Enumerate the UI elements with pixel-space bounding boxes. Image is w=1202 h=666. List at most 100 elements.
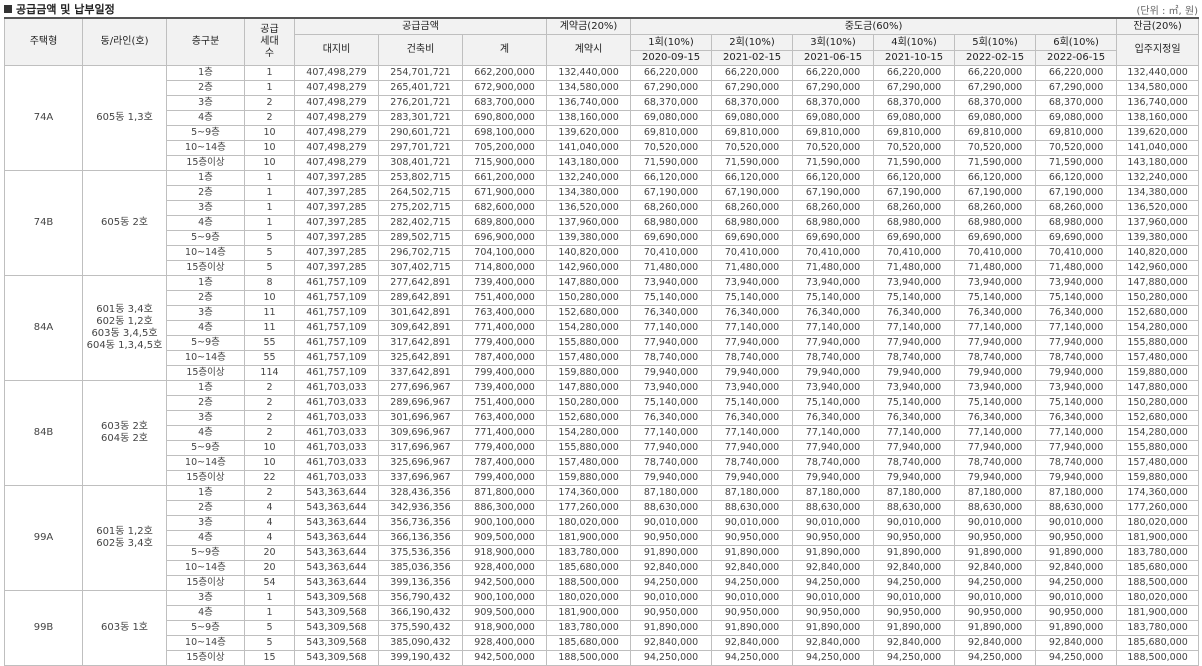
table-row: 4층 2 407,498,279 283,301,721 690,800,000 138,… — [5, 109, 1200, 126]
cell-floor: 1층 — [166, 169, 245, 186]
cell-building: 276,201,721 — [378, 94, 463, 111]
cell-installment-1: 67,190,000 — [630, 184, 713, 201]
cell-installment-1: 92,840,000 — [630, 634, 713, 651]
cell-dong: 603동 2호 604동 2호 — [82, 379, 167, 486]
table-row: 15층이상 114 461,757,109 337,642,891 799,400,00… — [5, 364, 1200, 381]
cell-land: 461,703,033 — [294, 379, 379, 396]
cell-installment-2: 92,840,000 — [711, 634, 794, 651]
cell-installment-3: 68,260,000 — [792, 199, 875, 216]
cell-installment-5: 69,080,000 — [954, 109, 1037, 126]
cell-installment-2: 68,980,000 — [711, 214, 794, 231]
cell-households: 10 — [244, 154, 295, 171]
cell-land: 461,757,109 — [294, 364, 379, 381]
cell-households: 2 — [244, 394, 295, 411]
unit-note: (단위 : ㎡, 원) — [1136, 6, 1199, 17]
cell-contract: 157,480,000 — [546, 349, 632, 366]
cell-dong: 605동 1,3호 — [82, 64, 167, 171]
cell-balance: 150,280,000 — [1116, 394, 1200, 411]
cell-installment-2: 79,940,000 — [711, 469, 794, 486]
cell-total: 918,900,000 — [461, 619, 548, 636]
cell-installment-3: 92,840,000 — [792, 634, 875, 651]
cell-installment-1: 68,980,000 — [630, 214, 713, 231]
cell-households: 54 — [244, 574, 295, 591]
cell-balance: 157,480,000 — [1116, 349, 1200, 366]
cell-contract: 152,680,000 — [546, 409, 632, 426]
cell-total: 763,400,000 — [461, 409, 548, 426]
cell-installment-4: 67,290,000 — [873, 79, 956, 96]
cell-contract: 159,880,000 — [546, 364, 632, 381]
cell-installment-3: 73,940,000 — [792, 379, 875, 396]
cell-floor: 1층 — [166, 484, 245, 501]
cell-installment-1: 71,480,000 — [630, 259, 713, 276]
dong-line: 601동 1,2호 — [96, 525, 153, 537]
cell-installment-3: 76,340,000 — [792, 409, 875, 426]
cell-building: 289,696,967 — [378, 394, 463, 411]
cell-floor: 1층 — [166, 379, 245, 396]
cell-land: 407,397,285 — [294, 229, 379, 246]
cell-contract: 159,880,000 — [546, 469, 632, 486]
cell-type: 84A — [4, 274, 83, 381]
cell-installment-2: 91,890,000 — [711, 544, 794, 561]
cell-installment-1: 68,260,000 — [630, 199, 713, 216]
cell-land: 461,703,033 — [294, 424, 379, 441]
cell-total: 690,800,000 — [461, 109, 548, 126]
cell-installment-4: 91,890,000 — [873, 544, 956, 561]
cell-total: 779,400,000 — [461, 334, 548, 351]
cell-building: 277,696,967 — [378, 379, 463, 396]
cell-floor: 4층 — [166, 604, 245, 621]
cell-building: 317,642,891 — [378, 334, 463, 351]
dong-line: 603동 3,4,5호 — [91, 327, 158, 339]
cell-balance: 181,900,000 — [1116, 604, 1200, 621]
cell-households: 5 — [244, 619, 295, 636]
cell-installment-4: 75,140,000 — [873, 289, 956, 306]
cell-floor: 3층 — [166, 199, 245, 216]
cell-installment-3: 67,190,000 — [792, 184, 875, 201]
cell-installment-5: 77,940,000 — [954, 439, 1037, 456]
cell-floor: 4층 — [166, 529, 245, 546]
cell-contract: 181,900,000 — [546, 604, 632, 621]
cell-installment-4: 79,940,000 — [873, 469, 956, 486]
cell-installment-4: 71,480,000 — [873, 259, 956, 276]
cell-total: 799,400,000 — [461, 364, 548, 381]
table-row: 4층 4 543,363,644 366,136,356 909,500,000 181,… — [5, 529, 1200, 546]
cell-floor: 5~9층 — [166, 229, 245, 246]
cell-balance: 155,880,000 — [1116, 439, 1200, 456]
cell-installment-6: 77,140,000 — [1035, 319, 1118, 336]
cell-installment-5: 73,940,000 — [954, 379, 1037, 396]
cell-contract: 157,480,000 — [546, 454, 632, 471]
cell-installment-5: 92,840,000 — [954, 634, 1037, 651]
cell-households: 11 — [244, 304, 295, 321]
cell-installment-4: 70,410,000 — [873, 244, 956, 261]
cell-type: 74B — [4, 169, 83, 276]
cell-total: 704,100,000 — [461, 244, 548, 261]
title-bar: 공급금액 및 납부일정 (단위 : ㎡, 원) — [0, 0, 1202, 17]
cell-contract: 185,680,000 — [546, 634, 632, 651]
col-installment-6: 6회(10%) — [1035, 33, 1118, 51]
cell-installment-1: 67,290,000 — [630, 79, 713, 96]
cell-contract: 143,180,000 — [546, 154, 632, 171]
cell-installment-5: 69,810,000 — [954, 124, 1037, 141]
cell-total: 714,800,000 — [461, 259, 548, 276]
cell-installment-1: 88,630,000 — [630, 499, 713, 516]
cell-installment-2: 90,010,000 — [711, 589, 794, 606]
table-row: 99A 601동 1,2호 602동 3,4호 1층 2 543,363,644 328,4… — [4, 484, 1200, 591]
cell-installment-6: 88,630,000 — [1035, 499, 1118, 516]
cell-floor: 10~14층 — [166, 349, 245, 366]
table-row: 84B 603동 2호 604동 2호 1층 2 461,703,033 277,696,9… — [4, 379, 1200, 486]
table-row: 3층 2 461,703,033 301,696,967 763,400,000 152,… — [5, 409, 1200, 426]
cell-land: 407,498,279 — [294, 154, 379, 171]
cell-installment-6: 91,890,000 — [1035, 619, 1118, 636]
cell-installment-1: 90,010,000 — [630, 514, 713, 531]
col-installment-6-date: 2022-06-15 — [1035, 49, 1118, 66]
cell-installment-3: 77,940,000 — [792, 439, 875, 456]
cell-installment-5: 92,840,000 — [954, 559, 1037, 576]
cell-floor: 4층 — [166, 214, 245, 231]
cell-installment-2: 76,340,000 — [711, 409, 794, 426]
cell-installment-3: 69,690,000 — [792, 229, 875, 246]
cell-installment-4: 77,940,000 — [873, 334, 956, 351]
cell-contract: 134,580,000 — [546, 79, 632, 96]
cell-contract: 140,820,000 — [546, 244, 632, 261]
cell-building: 342,936,356 — [378, 499, 463, 516]
cell-total: 787,400,000 — [461, 454, 548, 471]
cell-building: 289,502,715 — [378, 229, 463, 246]
